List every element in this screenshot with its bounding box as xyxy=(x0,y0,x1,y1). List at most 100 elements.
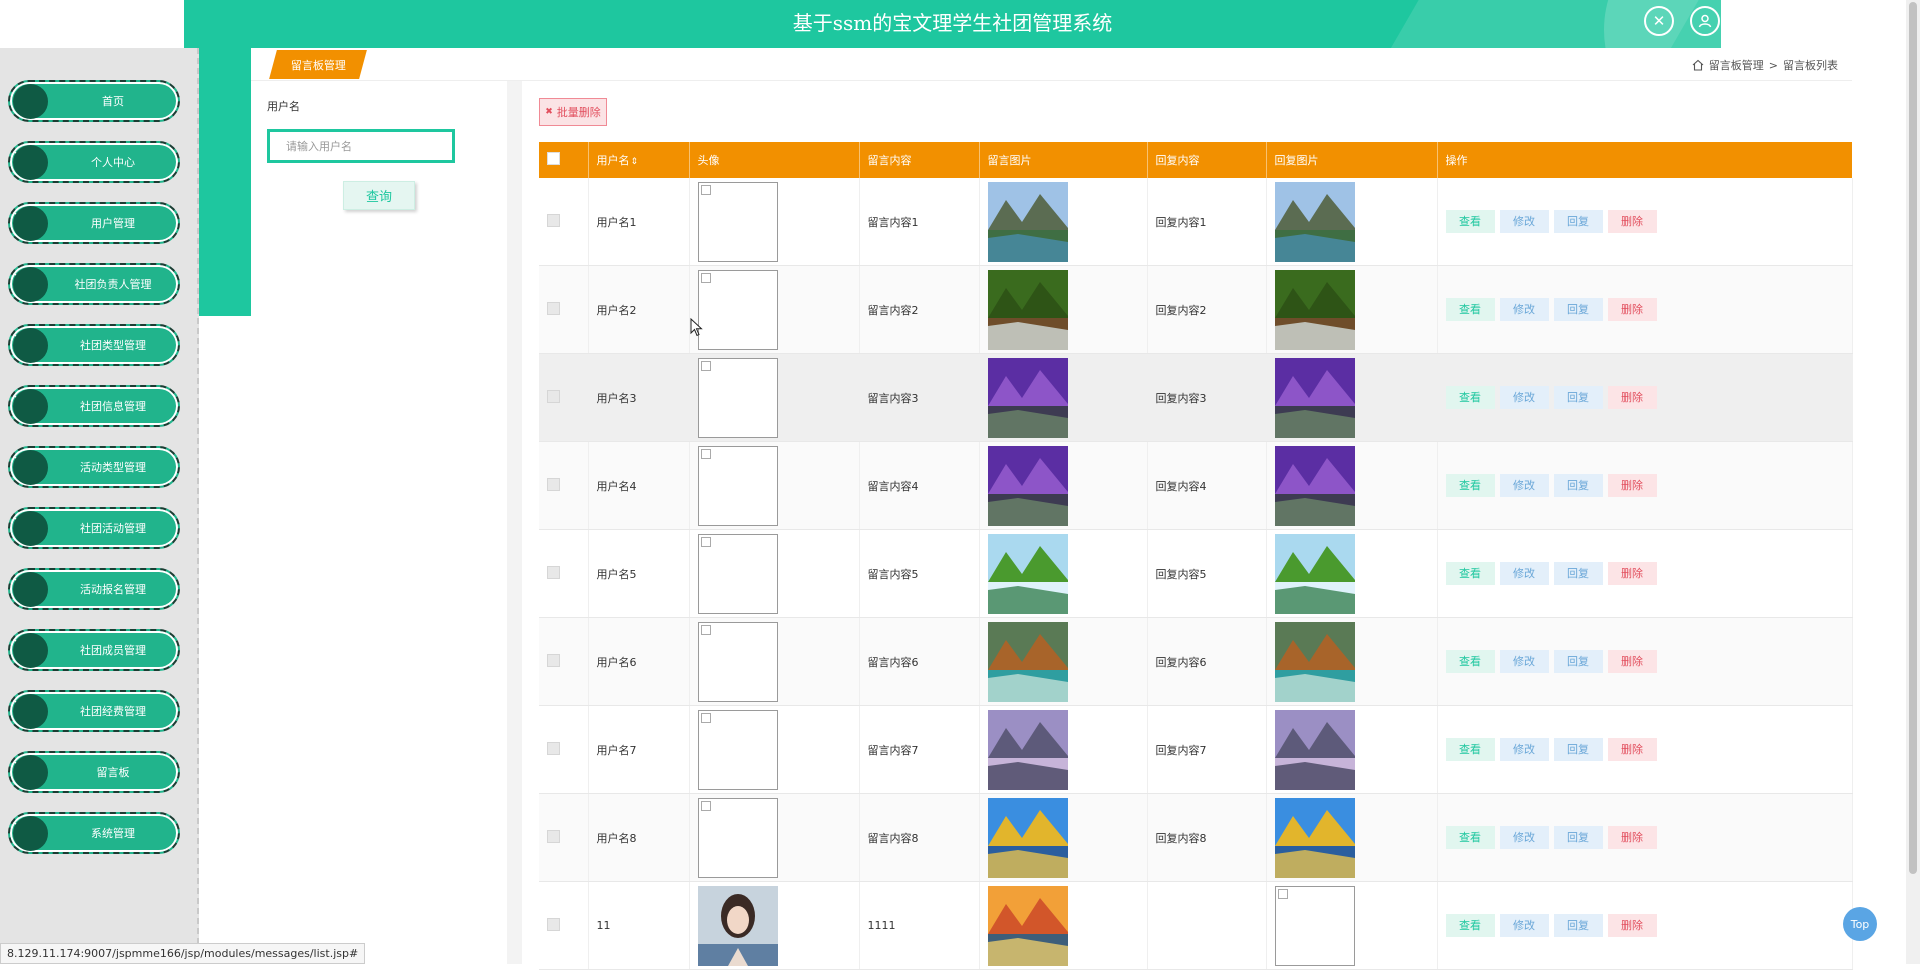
broken-image-icon xyxy=(700,712,711,723)
table-row[interactable]: 用户名7 留言内容7 回复内容7 查看 修改 回复 删除 xyxy=(539,705,1853,794)
delete-button[interactable]: 删除 xyxy=(1607,210,1657,233)
purple-coast-photo[interactable] xyxy=(1274,445,1355,526)
mountain-lake-photo[interactable] xyxy=(987,181,1068,262)
column-username[interactable]: 用户名⇕ xyxy=(588,142,690,178)
edit-button[interactable]: 修改 xyxy=(1499,386,1549,409)
sidebar-item-11[interactable]: 留言板 xyxy=(8,751,180,793)
table-row[interactable]: 用户名2 留言内容2 回复内容2 查看 修改 回复 删除 xyxy=(539,265,1853,354)
row-checkbox[interactable] xyxy=(539,441,589,530)
row-checkbox[interactable] xyxy=(539,265,589,354)
table-row[interactable]: 11 1111 查看 修改 回复 删除 xyxy=(539,881,1853,970)
reply-button[interactable]: 回复 xyxy=(1553,826,1603,849)
row-checkbox[interactable] xyxy=(539,705,589,794)
view-button[interactable]: 查看 xyxy=(1445,826,1495,849)
table-row[interactable]: 用户名8 留言内容8 回复内容8 查看 修改 回复 删除 xyxy=(539,793,1853,882)
forest-waterfall-photo[interactable] xyxy=(987,269,1068,350)
table-row[interactable]: 用户名1 留言内容1 回复内容1 查看 修改 回复 删除 xyxy=(539,178,1853,266)
delete-button[interactable]: 删除 xyxy=(1607,650,1657,673)
sidebar-item-8[interactable]: 活动报名管理 xyxy=(8,568,180,610)
row-checkbox[interactable] xyxy=(539,529,589,618)
sidebar-item-3[interactable]: 社团负责人管理 xyxy=(8,263,180,305)
cell-message-image xyxy=(979,265,1148,354)
breadcrumb-item[interactable]: 留言板管理 xyxy=(1709,57,1764,73)
edit-button[interactable]: 修改 xyxy=(1499,298,1549,321)
row-checkbox[interactable] xyxy=(539,178,589,266)
sunset-harbor-photo[interactable] xyxy=(987,885,1068,966)
row-checkbox[interactable] xyxy=(539,793,589,882)
edit-button[interactable]: 修改 xyxy=(1499,914,1549,937)
purple-coast-photo[interactable] xyxy=(1274,357,1355,438)
reply-button[interactable]: 回复 xyxy=(1553,298,1603,321)
autumn-waterfall-photo[interactable] xyxy=(987,621,1068,702)
sidebar-item-9[interactable]: 社团成员管理 xyxy=(8,629,180,671)
back-to-top-button[interactable]: Top xyxy=(1843,907,1877,941)
mountain-lake-photo[interactable] xyxy=(1274,181,1355,262)
scrollbar-thumb[interactable] xyxy=(1909,2,1917,874)
forest-waterfall-photo[interactable] xyxy=(1274,269,1355,350)
reply-button[interactable]: 回复 xyxy=(1553,738,1603,761)
table-row[interactable]: 用户名4 留言内容4 回复内容4 查看 修改 回复 删除 xyxy=(539,441,1853,530)
username-search-input[interactable] xyxy=(267,129,455,163)
reply-button[interactable]: 回复 xyxy=(1553,474,1603,497)
sidebar-item-5[interactable]: 社团信息管理 xyxy=(8,385,180,427)
sidebar-item-1[interactable]: 个人中心 xyxy=(8,141,180,183)
sidebar-item-0[interactable]: 首页 xyxy=(8,80,180,122)
edit-button[interactable]: 修改 xyxy=(1499,826,1549,849)
delete-button[interactable]: 删除 xyxy=(1607,562,1657,585)
view-button[interactable]: 查看 xyxy=(1445,210,1495,233)
table-row[interactable]: 用户名5 留言内容5 回复内容5 查看 修改 回复 删除 xyxy=(539,529,1853,618)
sidebar-item-7[interactable]: 社团活动管理 xyxy=(8,507,180,549)
delete-button[interactable]: 删除 xyxy=(1607,474,1657,497)
user-icon[interactable] xyxy=(1690,6,1720,36)
reply-button[interactable]: 回复 xyxy=(1553,562,1603,585)
view-button[interactable]: 查看 xyxy=(1445,650,1495,673)
close-icon[interactable]: ✕ xyxy=(1644,6,1674,36)
reply-button[interactable]: 回复 xyxy=(1553,210,1603,233)
view-button[interactable]: 查看 xyxy=(1445,298,1495,321)
sidebar-item-2[interactable]: 用户管理 xyxy=(8,202,180,244)
scrollbar[interactable] xyxy=(1906,0,1920,964)
green-waterfall-photo[interactable] xyxy=(987,533,1068,614)
sidebar-item-12[interactable]: 系统管理 xyxy=(8,812,180,854)
sidebar-item-4[interactable]: 社团类型管理 xyxy=(8,324,180,366)
reply-button[interactable]: 回复 xyxy=(1553,650,1603,673)
view-button[interactable]: 查看 xyxy=(1445,738,1495,761)
table-row[interactable]: 用户名3 留言内容3 回复内容3 查看 修改 回复 删除 xyxy=(539,353,1853,442)
misty-mountain-photo[interactable] xyxy=(1274,709,1355,790)
golden-peak-lake-photo[interactable] xyxy=(1274,797,1355,878)
reply-button[interactable]: 回复 xyxy=(1553,386,1603,409)
view-button[interactable]: 查看 xyxy=(1445,474,1495,497)
view-button[interactable]: 查看 xyxy=(1445,914,1495,937)
edit-button[interactable]: 修改 xyxy=(1499,562,1549,585)
view-button[interactable]: 查看 xyxy=(1445,386,1495,409)
query-button[interactable]: 查询 xyxy=(343,181,415,210)
sidebar-item-6[interactable]: 活动类型管理 xyxy=(8,446,180,488)
row-checkbox[interactable] xyxy=(539,881,589,970)
row-checkbox[interactable] xyxy=(539,353,589,442)
avatar-photo[interactable] xyxy=(697,885,778,966)
sidebar-item-10[interactable]: 社团经费管理 xyxy=(8,690,180,732)
delete-button[interactable]: 删除 xyxy=(1607,738,1657,761)
edit-button[interactable]: 修改 xyxy=(1499,650,1549,673)
delete-button[interactable]: 删除 xyxy=(1607,826,1657,849)
batch-delete-button[interactable]: ✖ 批量删除 xyxy=(539,98,607,126)
golden-peak-lake-photo[interactable] xyxy=(987,797,1068,878)
edit-button[interactable]: 修改 xyxy=(1499,474,1549,497)
reply-button[interactable]: 回复 xyxy=(1553,914,1603,937)
delete-button[interactable]: 删除 xyxy=(1607,386,1657,409)
misty-mountain-photo[interactable] xyxy=(987,709,1068,790)
table-row[interactable]: 用户名6 留言内容6 回复内容6 查看 修改 回复 删除 xyxy=(539,617,1853,706)
tab-message-board-management[interactable]: 留言板管理 xyxy=(269,50,367,79)
delete-button[interactable]: 删除 xyxy=(1607,298,1657,321)
edit-button[interactable]: 修改 xyxy=(1499,210,1549,233)
purple-coast-photo[interactable] xyxy=(987,357,1068,438)
autumn-waterfall-photo[interactable] xyxy=(1274,621,1355,702)
view-button[interactable]: 查看 xyxy=(1445,562,1495,585)
select-all-checkbox[interactable] xyxy=(539,142,589,178)
edit-button[interactable]: 修改 xyxy=(1499,738,1549,761)
purple-coast-photo[interactable] xyxy=(987,445,1068,526)
delete-button[interactable]: 删除 xyxy=(1607,914,1657,937)
cell-content: 留言内容1 xyxy=(859,178,980,266)
row-checkbox[interactable] xyxy=(539,617,589,706)
green-waterfall-photo[interactable] xyxy=(1274,533,1355,614)
